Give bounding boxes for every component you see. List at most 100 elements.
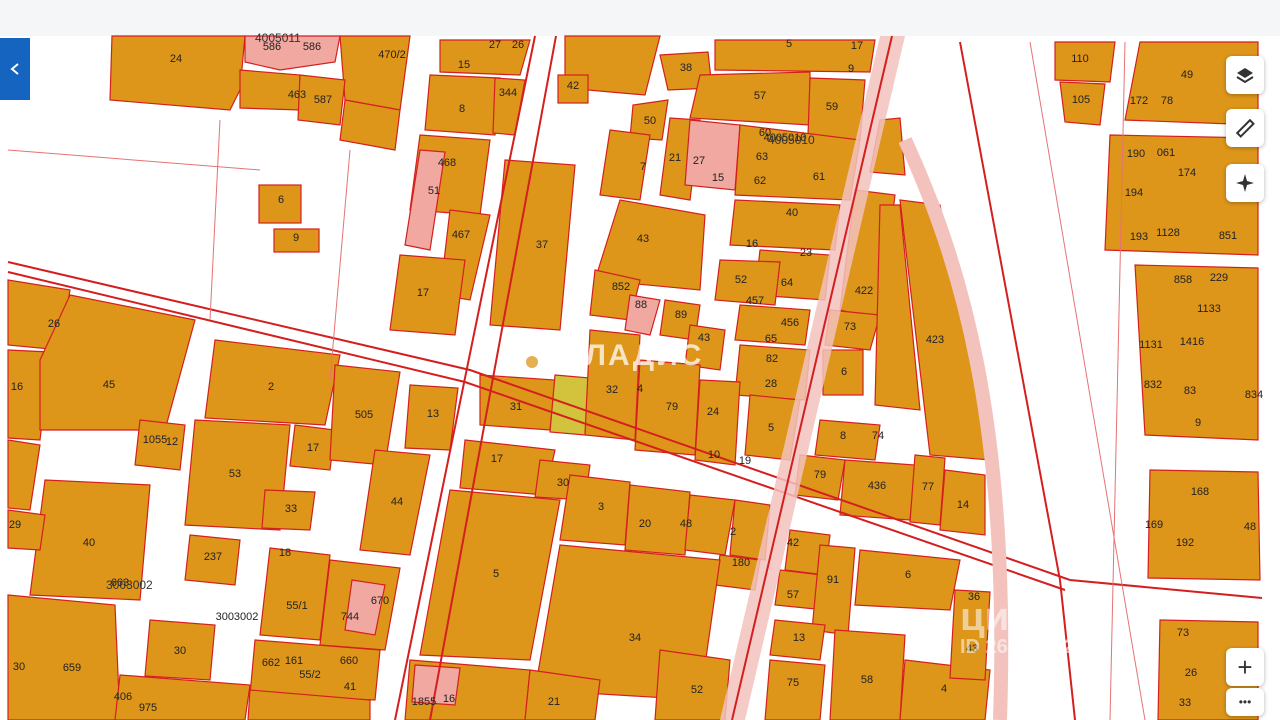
ruler-button[interactable] <box>1226 109 1264 147</box>
parcel-number: 180 <box>732 557 750 569</box>
parcel-number: 16 <box>11 381 23 393</box>
parcel-number: 64 <box>781 277 793 289</box>
parcel-number: 9 <box>293 232 299 244</box>
parcel-number: 105 <box>1072 94 1090 106</box>
vladis-watermark: ВЛАДИС <box>510 336 703 376</box>
parcel-number: 17 <box>851 40 863 52</box>
parcel[interactable] <box>814 419 881 461</box>
parcel[interactable] <box>764 659 826 720</box>
parcel-number: 18 <box>279 547 291 559</box>
parcel[interactable] <box>489 159 576 331</box>
parcel-number: 422 <box>855 285 873 297</box>
parcel-number: 14 <box>957 499 969 511</box>
house-logo-icon <box>512 338 552 374</box>
district-label: 3003002 <box>106 578 153 592</box>
parcel-number: 6 <box>278 194 284 206</box>
parcel[interactable] <box>689 71 811 126</box>
parcel-number: 193 <box>1130 231 1148 243</box>
parcel-number: 1855 <box>412 696 436 708</box>
parcel-number: 24 <box>170 53 182 65</box>
parcel-number: 83 <box>1184 385 1196 397</box>
parcel-number: 4 <box>637 383 643 395</box>
parcel[interactable] <box>559 474 631 546</box>
parcel-number: 975 <box>139 702 157 714</box>
parcel-number: 31 <box>510 401 522 413</box>
parcel-number: 53 <box>229 468 241 480</box>
parcel-number: 423 <box>926 334 944 346</box>
parcel-number: 061 <box>1157 147 1175 159</box>
parcel-number: 190 <box>1127 148 1145 160</box>
parcel-number: 110 <box>1071 53 1089 65</box>
parcel-number: 74 <box>872 430 884 442</box>
parcel-number: 57 <box>787 589 799 601</box>
parcel-number: 33 <box>285 503 297 515</box>
layers-button[interactable] <box>1226 56 1264 94</box>
parcel-number: 42 <box>787 537 799 549</box>
district-label: 4005011 <box>255 31 301 45</box>
parcel-number: 744 <box>341 611 359 623</box>
parcel-number: 5 <box>493 568 499 580</box>
sidebar-toggle-button[interactable] <box>0 38 30 100</box>
parcel-number: 29 <box>9 519 21 531</box>
chevron-left-icon <box>10 63 19 75</box>
parcel-number: 659 <box>63 662 81 674</box>
parcel-number: 852 <box>612 281 630 293</box>
parcel-number: 1131 <box>1139 339 1163 351</box>
parcel[interactable] <box>811 544 856 636</box>
parcel-number: 34 <box>629 632 641 644</box>
parcel-number: 73 <box>844 321 856 333</box>
parcel-number: 586 <box>303 41 321 53</box>
parcel-number: 58 <box>861 674 873 686</box>
parcel-number: 52 <box>691 684 703 696</box>
parcel-number: 52 <box>735 274 747 286</box>
parcel-number: 1416 <box>1180 336 1204 348</box>
parcel-number: 8 <box>840 430 846 442</box>
parcel-number: 12 <box>166 436 178 448</box>
parcel-number: 169 <box>1145 519 1163 531</box>
parcel-number: 851 <box>1219 230 1237 242</box>
parcel-number: 30 <box>557 477 569 489</box>
parcel-number: 28 <box>765 378 777 390</box>
parcel-number: 10 <box>708 449 720 461</box>
parcel[interactable] <box>7 594 121 720</box>
parcel-number: 19 <box>739 455 751 467</box>
parcel-number: 3003002 <box>216 611 259 623</box>
parcel-number: 13 <box>427 408 439 420</box>
parcel-number: 858 <box>1174 274 1192 286</box>
parcel-number: 174 <box>1178 167 1196 179</box>
zoom-in-button[interactable]: + <box>1226 648 1264 686</box>
parcel-number: 65 <box>765 333 777 345</box>
parcel-number: 63 <box>756 151 768 163</box>
locate-icon <box>1236 174 1254 192</box>
parcel-number: 40 <box>786 207 798 219</box>
parcel-number: 670 <box>371 595 389 607</box>
parcel[interactable] <box>339 35 411 111</box>
parcel-number: 17 <box>307 442 319 454</box>
layers-icon <box>1236 68 1254 84</box>
parcel-number: 77 <box>922 481 934 493</box>
parcel-number: 23 <box>800 247 812 259</box>
parcel-number: 229 <box>1210 272 1228 284</box>
parcel-number: 7 <box>640 161 646 173</box>
parcel-number: 2 <box>730 526 736 538</box>
more-button[interactable]: ••• <box>1226 688 1264 716</box>
parcel-number: 1128 <box>1156 227 1180 239</box>
parcel-number: 30 <box>13 661 25 673</box>
parcel-number: 20 <box>639 518 651 530</box>
parcel-number: 6 <box>905 569 911 581</box>
parcel-number: 21 <box>669 152 681 164</box>
parcel-number: 470/2 <box>378 49 406 61</box>
locate-button[interactable] <box>1226 164 1264 202</box>
parcel-number: 16 <box>746 238 758 250</box>
parcel-number: 26 <box>48 318 60 330</box>
parcel-number: 32 <box>606 384 618 396</box>
parcel-number: 16 <box>443 693 455 705</box>
parcel-number: 237 <box>204 551 222 563</box>
parcel[interactable] <box>109 35 246 111</box>
parcel-number: 1055 <box>143 434 167 446</box>
parcel-number: 75 <box>787 677 799 689</box>
vladis-watermark-text: ВЛАДИС <box>562 339 704 372</box>
parcel[interactable] <box>259 547 331 641</box>
parcel[interactable] <box>1134 264 1259 441</box>
district-label: 4005010 <box>768 133 815 147</box>
